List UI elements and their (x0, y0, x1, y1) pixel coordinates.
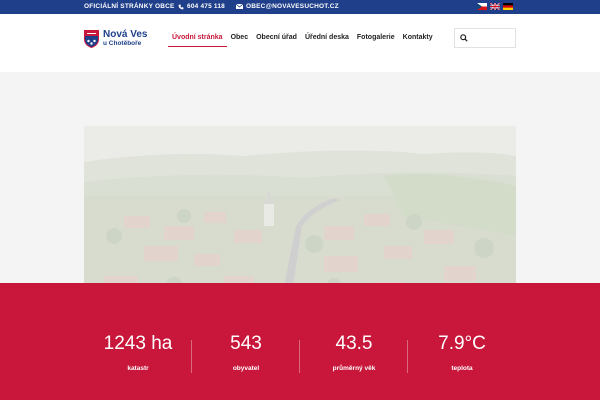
phone-link[interactable]: 604 475 118 (178, 3, 225, 10)
czech-flag-icon[interactable] (477, 3, 487, 10)
nav-item-photo-gallery[interactable]: Fotogalerie (353, 33, 399, 47)
phone-icon (178, 4, 184, 9)
envelope-icon (236, 4, 243, 9)
site-logo[interactable]: Nová Ves u Chotěboře (84, 30, 147, 48)
nav-item-municipal-office[interactable]: Obecní úřad (252, 33, 301, 47)
nav-item-notice-board[interactable]: Úřední deska (301, 33, 353, 47)
stat-value: 1243 ha (103, 333, 173, 354)
stat-label: katastr (127, 365, 149, 372)
stat-label: teplota (451, 365, 473, 372)
main-navigation: Úvodní stránka Obec Obecní úřad Úřední d… (168, 33, 437, 47)
site-header: Nová Ves u Chotěboře Úvodní stránka Obec… (0, 14, 600, 72)
top-bar: OFICIÁLNÍ STRÁNKY OBCE 604 475 118 OBEC@… (0, 0, 600, 14)
email-link[interactable]: OBEC@NOVAVESUCHOT.CZ (236, 3, 339, 10)
nav-item-municipality[interactable]: Obec (227, 33, 253, 47)
logo-subtitle: u Chotěboře (103, 40, 142, 47)
stat-label: obyvatel (232, 365, 260, 372)
statistics-banner: 1243 ha katastr 543 obyvatel 43.5 průměr… (0, 283, 600, 400)
stat-population: 543 obyvatel (192, 333, 300, 372)
nav-item-home[interactable]: Úvodní stránka (168, 33, 227, 47)
stat-temperature: 7.9°C teplota (408, 333, 516, 372)
stat-average-age: 43.5 průměrný věk (300, 333, 408, 372)
phone-number: 604 475 118 (187, 3, 225, 10)
coat-of-arms-icon (84, 30, 99, 48)
german-flag-icon[interactable] (503, 3, 513, 10)
email-address: OBEC@NOVAVESUCHOT.CZ (246, 3, 339, 10)
uk-flag-icon[interactable] (490, 3, 500, 10)
logo-title: Nová Ves (103, 29, 148, 40)
official-site-label: OFICIÁLNÍ STRÁNKY OBCE (84, 3, 175, 10)
village-aerial-photo (84, 126, 516, 306)
hero-image (84, 126, 516, 306)
search-input[interactable] (472, 34, 512, 42)
nav-item-contacts[interactable]: Kontakty (399, 33, 437, 47)
stat-area: 1243 ha katastr (84, 333, 192, 372)
stat-value: 7.9°C (438, 333, 486, 354)
stat-value: 43.5 (335, 333, 373, 354)
stat-value: 543 (230, 333, 262, 354)
stat-label: průměrný věk (332, 365, 376, 372)
search-box[interactable] (454, 28, 516, 48)
search-icon[interactable] (460, 34, 468, 42)
